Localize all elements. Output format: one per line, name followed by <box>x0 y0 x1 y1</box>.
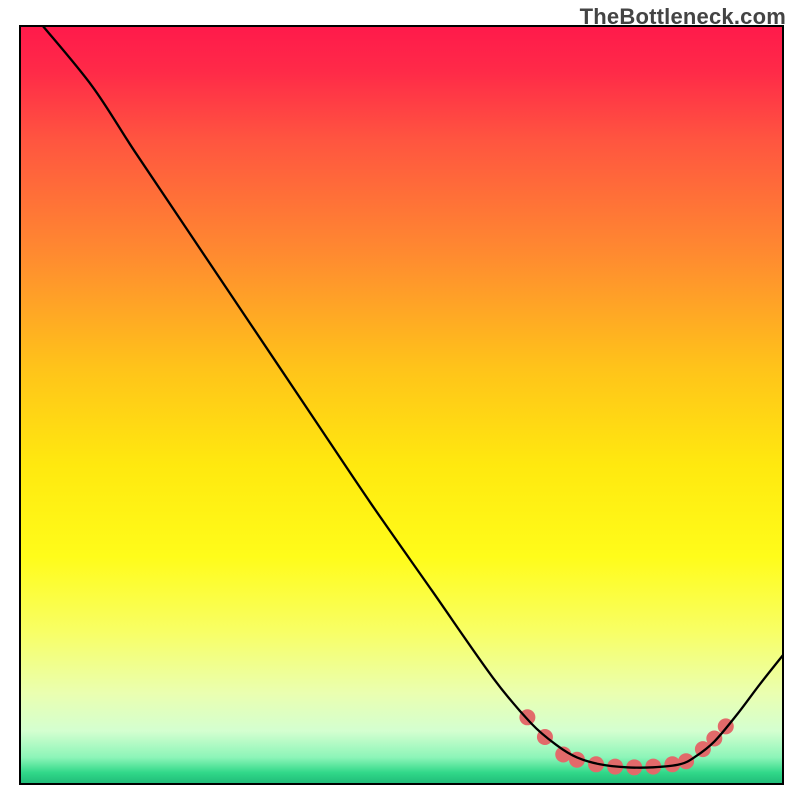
chart-container: TheBottleneck.com <box>0 0 800 800</box>
gradient-background <box>20 26 783 784</box>
watermark-text: TheBottleneck.com <box>580 4 786 30</box>
bottleneck-chart <box>0 0 800 800</box>
valley-marker-dot <box>706 731 722 747</box>
